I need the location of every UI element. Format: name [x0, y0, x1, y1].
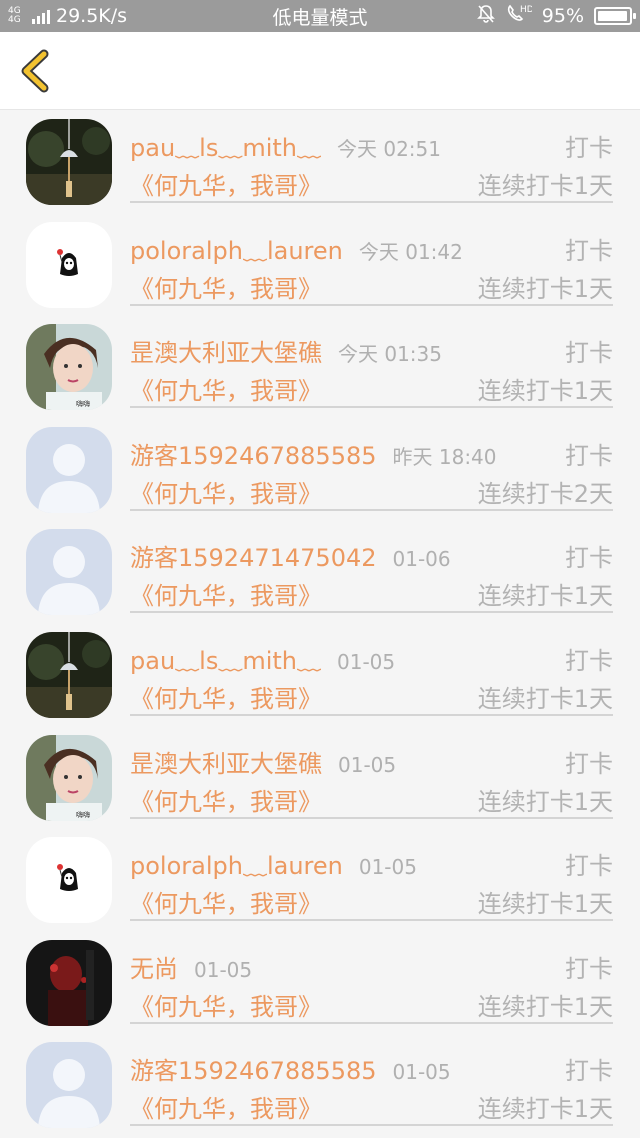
- post-time: 今天 02:51: [337, 137, 441, 161]
- activity-type: 打卡: [565, 749, 613, 778]
- streak-count: 连续打卡1天: [477, 172, 613, 200]
- svg-text:嗨嗨: 嗨嗨: [76, 810, 90, 819]
- post-time: 01-05: [194, 957, 253, 982]
- list-item[interactable]: 嗨嗨 昰澳大利亚大堡礁 01-05 打卡《何九华，我哥》 连续打卡1天: [0, 726, 640, 829]
- signal-icon: [32, 8, 50, 24]
- post-time: 昨天 18:40: [392, 444, 497, 469]
- post-time: 01-05: [392, 1060, 451, 1085]
- streak-count: 连续打卡1天: [477, 377, 613, 406]
- list-item[interactable]: 嗨嗨 昰澳大利亚大堡礁 今天 01:35 打卡《何九华，我哥》 连续打卡1天: [0, 315, 640, 418]
- user-name[interactable]: 游客1592467885585: [130, 442, 377, 470]
- chevron-left-icon: [21, 49, 49, 93]
- activity-type: 打卡: [565, 339, 613, 368]
- battery-icon: [594, 7, 636, 25]
- status-bar: 4G 4G 29.5K/s 低电量模式 HD 95%: [0, 0, 640, 32]
- book-title[interactable]: 《何九华，我哥》: [130, 1089, 322, 1124]
- book-title[interactable]: 《何九华，我哥》: [130, 166, 322, 201]
- mute-bell-icon: [476, 4, 496, 29]
- network-speed: 29.5K/s: [56, 5, 128, 27]
- user-name[interactable]: poloralph﹏lauren: [130, 852, 343, 880]
- activity-type: 打卡: [565, 441, 613, 470]
- activity-type: 打卡: [565, 954, 613, 983]
- user-name[interactable]: 昰澳大利亚大堡礁: [130, 339, 322, 367]
- list-item[interactable]: 游客1592467885585 01-05 打卡《何九华，我哥》 连续打卡1天: [0, 1033, 640, 1136]
- post-time: 01-06: [392, 547, 451, 572]
- book-title[interactable]: 《何九华，我哥》: [130, 987, 322, 1022]
- book-title[interactable]: 《何九华，我哥》: [130, 884, 322, 919]
- hd-call-icon: HD: [506, 3, 534, 30]
- list-item[interactable]: 游客1592471475042 01-06 打卡《何九华，我哥》 连续打卡1天: [0, 520, 640, 623]
- svg-text:HD: HD: [520, 5, 532, 15]
- list-item[interactable]: poloralph﹏lauren 01-05 打卡《何九华，我哥》 连续打卡1天: [0, 828, 640, 931]
- header: [0, 32, 640, 110]
- svg-text:嗨嗨: 嗨嗨: [76, 399, 90, 408]
- activity-type: 打卡: [565, 544, 613, 573]
- checkin-list: pau﹏ls﹏mith﹏ 今天 02:51 打卡 《何九华，我哥》 连续打卡1天 polo…: [0, 110, 640, 1136]
- avatar[interactable]: [26, 119, 112, 205]
- avatar[interactable]: [26, 631, 112, 718]
- user-name[interactable]: 游客1592471475042: [130, 544, 377, 572]
- avatar[interactable]: 嗨嗨: [26, 734, 112, 821]
- streak-count: 连续打卡2天: [477, 479, 613, 508]
- streak-count: 连续打卡1天: [477, 684, 613, 713]
- post-time: 01-05: [358, 855, 417, 880]
- list-item[interactable]: 游客1592467885585 昨天 18:40 打卡《何九华，我哥》 连续打卡2天: [0, 418, 640, 521]
- streak-count: 连续打卡1天: [477, 1095, 613, 1124]
- post-time: 今天 01:35: [338, 342, 442, 367]
- book-title[interactable]: 《何九华，我哥》: [130, 679, 322, 714]
- activity-type: 打卡: [565, 236, 613, 265]
- user-name[interactable]: 无尚: [130, 955, 178, 983]
- user-name[interactable]: pau﹏ls﹏mith﹏: [130, 647, 321, 675]
- user-name[interactable]: pau﹏ls﹏mith﹏: [130, 134, 321, 162]
- user-name[interactable]: 昰澳大利亚大堡礁: [130, 750, 322, 778]
- streak-count: 连续打卡1天: [477, 890, 613, 919]
- streak-count: 连续打卡1天: [477, 274, 613, 303]
- list-item[interactable]: pau﹏ls﹏mith﹏ 今天 02:51 打卡《何九华，我哥》 连续打卡1天: [0, 110, 640, 213]
- user-name[interactable]: poloralph﹏lauren: [130, 237, 343, 265]
- streak-count: 连续打卡1天: [477, 787, 613, 816]
- user-name[interactable]: 游客1592467885585: [130, 1057, 377, 1085]
- avatar[interactable]: [26, 529, 112, 616]
- streak-count: 连续打卡1天: [477, 992, 613, 1021]
- book-title[interactable]: 《何九华，我哥》: [130, 269, 322, 304]
- streak-count: 连续打卡1天: [477, 582, 613, 611]
- battery-percent: 95%: [541, 5, 584, 27]
- avatar[interactable]: [26, 426, 112, 513]
- avatar[interactable]: [26, 221, 112, 308]
- book-title[interactable]: 《何九华，我哥》: [130, 371, 322, 406]
- post-time: 01-05: [337, 649, 396, 674]
- activity-type: 打卡: [565, 646, 613, 675]
- book-title[interactable]: 《何九华，我哥》: [130, 474, 322, 509]
- activity-type: 打卡: [565, 134, 613, 162]
- avatar[interactable]: [26, 837, 112, 924]
- list-item[interactable]: pau﹏ls﹏mith﹏ 01-05 打卡《何九华，我哥》 连续打卡1天: [0, 623, 640, 726]
- avatar[interactable]: [26, 939, 112, 1026]
- back-button[interactable]: [10, 46, 60, 96]
- post-time: 01-05: [338, 752, 397, 777]
- activity-type: 打卡: [565, 1057, 613, 1086]
- post-time: 今天 01:42: [358, 239, 463, 264]
- avatar[interactable]: 嗨嗨: [26, 324, 112, 411]
- book-title[interactable]: 《何九华，我哥》: [130, 782, 322, 817]
- network-type: 4G 4G: [8, 6, 21, 25]
- list-item[interactable]: poloralph﹏lauren 今天 01:42 打卡《何九华，我哥》 连续打卡1天: [0, 213, 640, 316]
- avatar[interactable]: [26, 1042, 112, 1129]
- book-title[interactable]: 《何九华，我哥》: [130, 576, 322, 611]
- activity-type: 打卡: [565, 852, 613, 881]
- list-item[interactable]: 无尚 01-05 打卡《何九华，我哥》 连续打卡1天: [0, 931, 640, 1034]
